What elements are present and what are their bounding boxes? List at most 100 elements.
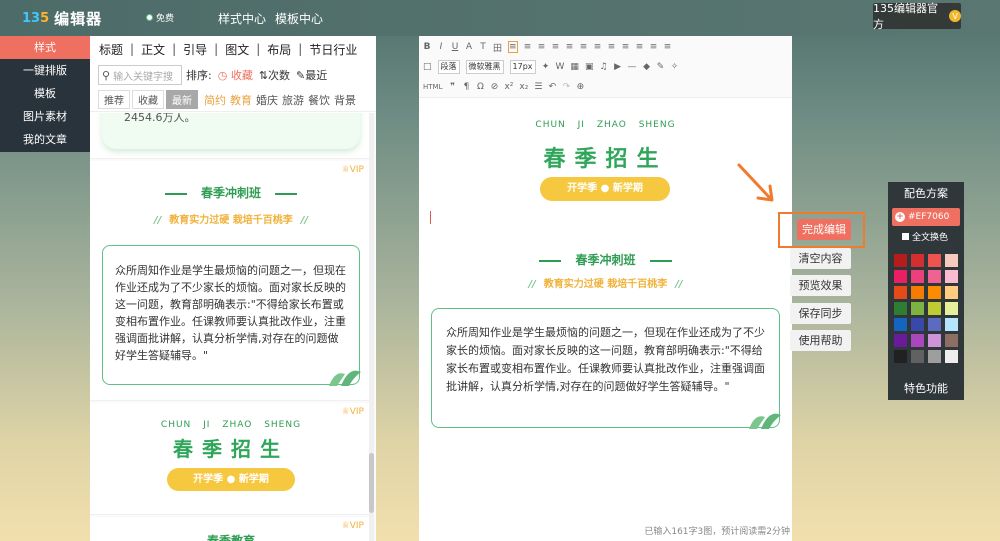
image-icon[interactable]: ▦ (570, 62, 579, 72)
color-swatch[interactable] (945, 286, 958, 299)
paragraph-before-icon[interactable]: ≡ (622, 42, 630, 52)
color-swatch[interactable] (894, 286, 907, 299)
list-item[interactable]: ♕VIP 春季冲刺班 //教育实力过硬 栽培千百桃李// 众所周知作业是学生最烦… (90, 161, 372, 401)
unlink-icon[interactable]: ⊘ (490, 82, 499, 92)
panel-scrollbar[interactable] (369, 113, 374, 541)
done-editing-button[interactable]: 完成编辑 (797, 219, 851, 240)
color-swatch[interactable] (945, 350, 958, 363)
tag-background[interactable]: 背景 (334, 92, 356, 108)
undo-icon[interactable]: ↶ (548, 82, 557, 92)
align-center-icon[interactable]: ≡ (524, 42, 532, 52)
tag-simple[interactable]: 简约 (204, 92, 226, 108)
account-button[interactable]: 135编辑器官方 V (873, 2, 961, 31)
outdent-icon[interactable]: ≡ (580, 42, 588, 52)
color-swatch[interactable] (928, 270, 941, 283)
align-justify-icon[interactable]: ≡ (552, 42, 560, 52)
color-swatch[interactable] (894, 302, 907, 315)
color-swatch[interactable] (945, 334, 958, 347)
zoom-icon[interactable]: ⊕ (576, 82, 585, 92)
align-right-icon[interactable]: ≡ (538, 42, 546, 52)
font-family-select[interactable]: 微软雅黑 (465, 60, 504, 74)
color-swatch[interactable] (911, 286, 924, 299)
line-height-icon[interactable]: ≡ (594, 42, 602, 52)
redo-icon[interactable]: ↷ (562, 82, 571, 92)
tag-food[interactable]: 餐饮 (308, 92, 330, 108)
logo[interactable]: 135 编辑器 (22, 8, 102, 29)
font-color-icon[interactable]: A (465, 42, 473, 52)
tag-wedding[interactable]: 婚庆 (256, 92, 278, 108)
replace-all-checkbox[interactable]: 全文换色 (902, 230, 948, 243)
sort-recent[interactable]: ✎最近 (296, 67, 327, 83)
save-sync-button[interactable]: 保存同步 (790, 303, 851, 324)
font-size-select[interactable]: 17px (509, 60, 536, 74)
italic-icon[interactable]: I (437, 42, 445, 52)
bold-icon[interactable]: B (423, 42, 431, 52)
color-swatch[interactable] (928, 286, 941, 299)
color-swatch[interactable] (945, 254, 958, 267)
left-nav-templates[interactable]: 模板 (0, 82, 90, 105)
editor-content[interactable]: CHUN JI ZHAO SHENG 春季招生 开学季 ● 新学期 春季冲刺班 … (419, 98, 792, 518)
color-swatch[interactable] (911, 254, 924, 267)
preview-button[interactable]: 预览效果 (790, 275, 851, 296)
quote-icon[interactable]: ❞ (448, 82, 456, 92)
magic-icon[interactable]: ✧ (671, 62, 679, 72)
indent-icon[interactable]: ≡ (566, 42, 574, 52)
subscript-icon[interactable]: x₂ (519, 82, 528, 92)
divider-icon[interactable]: — (628, 62, 637, 72)
letter-spacing-icon[interactable]: ≡ (650, 42, 658, 52)
table-icon[interactable]: 田 (493, 41, 502, 54)
cat-layout[interactable]: 布局 (267, 41, 291, 58)
tab-favorites[interactable]: 收藏 (132, 90, 164, 109)
superscript-icon[interactable]: x² (504, 82, 513, 92)
color-swatch[interactable] (928, 302, 941, 315)
color-swatch[interactable] (911, 334, 924, 347)
underline-icon[interactable]: U (451, 42, 459, 52)
text-style-icon[interactable]: T (479, 42, 487, 52)
features-label[interactable]: 特色功能 (888, 380, 964, 396)
color-swatch[interactable] (894, 270, 907, 283)
multi-image-icon[interactable]: ▣ (585, 62, 594, 72)
fill-icon[interactable]: ◆ (643, 62, 651, 72)
music-icon[interactable]: ♫ (599, 62, 607, 72)
video-icon[interactable]: ▶ (614, 62, 622, 72)
color-swatch[interactable] (945, 302, 958, 315)
tab-recommended[interactable]: 推荐 (98, 90, 130, 109)
sort-count[interactable]: ⇅次数 (259, 67, 290, 83)
spacing-icon[interactable]: ≡ (608, 42, 616, 52)
list-style-icon[interactable]: ☰ (534, 82, 542, 92)
tag-education[interactable]: 教育 (230, 92, 252, 108)
omega-icon[interactable]: Ω (476, 82, 484, 92)
tag-travel[interactable]: 旅游 (282, 92, 304, 108)
color-swatch[interactable] (928, 318, 941, 331)
color-swatch[interactable] (894, 334, 907, 347)
word-icon[interactable]: W (556, 62, 565, 72)
color-swatch[interactable] (928, 350, 941, 363)
cat-image-text[interactable]: 图文 (225, 41, 249, 58)
paragraph-icon[interactable]: ¶ (462, 82, 470, 92)
list-item[interactable]: 2454.6万人。 (90, 113, 372, 159)
help-button[interactable]: 使用帮助 (790, 330, 851, 351)
cat-title[interactable]: 标题 (99, 41, 123, 58)
color-swatch[interactable] (894, 318, 907, 331)
color-swatch[interactable] (911, 350, 924, 363)
sort-favorites[interactable]: ◷ 收藏 (218, 67, 253, 83)
search-input[interactable]: ⚲ 输入关键字搜 (98, 65, 182, 85)
current-color[interactable]: + #EF7060 (892, 208, 960, 226)
html-icon[interactable]: HTML (423, 83, 442, 91)
color-swatch[interactable] (911, 318, 924, 331)
left-nav-auto-layout[interactable]: 一键排版 (0, 59, 90, 82)
nav-template-center[interactable]: 模板中心 (275, 10, 323, 27)
tab-latest[interactable]: 最新 (166, 90, 198, 109)
list-item[interactable]: ♕VIP CHUN JI ZHAO SHENG 春季招生 开学季 ● 新学期 (90, 403, 372, 515)
color-swatch[interactable] (945, 270, 958, 283)
eraser-icon[interactable]: ✦ (542, 62, 550, 72)
color-swatch[interactable] (894, 350, 907, 363)
brush-icon[interactable]: ✎ (657, 62, 665, 72)
paragraph-select[interactable]: 段落 (437, 60, 460, 74)
left-nav-images[interactable]: 图片素材 (0, 105, 90, 128)
color-swatch[interactable] (894, 254, 907, 267)
scrollbar-thumb[interactable] (369, 453, 374, 513)
list-icon[interactable]: ≡ (664, 42, 672, 52)
color-swatch[interactable] (945, 318, 958, 331)
free-badge[interactable]: 免费 (146, 11, 174, 24)
